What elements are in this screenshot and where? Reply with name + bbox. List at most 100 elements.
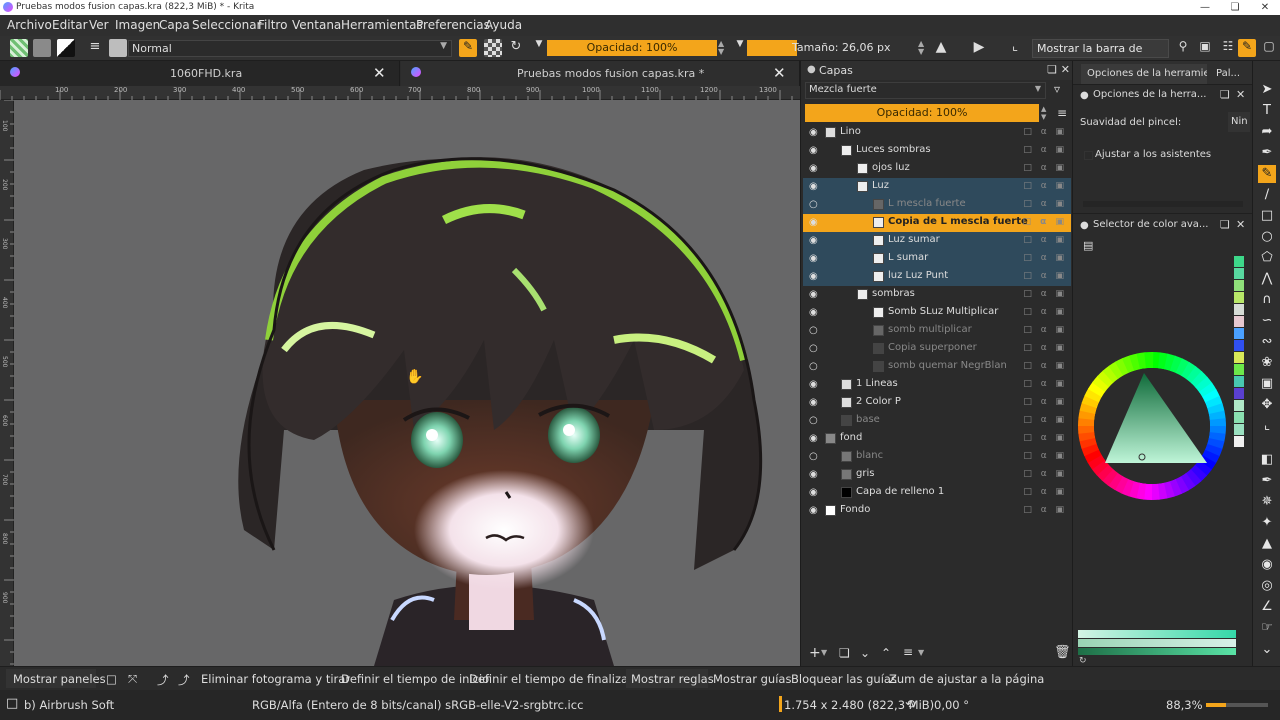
visibility-eye-icon[interactable]: ○ [809,415,818,426]
layer-menu-icon[interactable]: ≡ [1057,106,1067,120]
visibility-eye-icon[interactable]: ◉ [809,397,818,408]
visibility-eye-icon[interactable]: ◉ [809,181,818,192]
visibility-eye-icon[interactable]: ◉ [809,127,818,138]
visibility-eye-icon[interactable]: ◉ [809,289,818,300]
color-menu-icon[interactable]: ▤ [1083,239,1093,252]
layer-row[interactable]: ◉ 2 Color P □ α ▣ [803,394,1071,412]
tab-1060fhd[interactable]: 1060FHD.kra ✕ [0,61,400,86]
fullscreen-icon[interactable]: ▢ [1260,39,1278,57]
layer-flags-icon[interactable]: □ α ▣ [1023,469,1067,479]
menu-ayuda[interactable]: Ayuda [485,18,522,32]
menu-capa[interactable]: Capa [159,18,190,32]
layer-row[interactable]: ◉ fond □ α ▣ [803,430,1071,448]
mirror-horizontal-icon[interactable]: ▲ [932,39,950,57]
layer-flags-icon[interactable]: □ α ▣ [1023,253,1067,263]
layer-row[interactable]: ◉ Luz □ α ▣ [803,178,1071,196]
size-slider-fill[interactable] [747,40,797,56]
layer-row[interactable]: ◉ luz Luz Punt □ α ▣ [803,268,1071,286]
opacity-slider[interactable]: Opacidad: 100% [547,40,717,56]
freehand-brush-icon[interactable]: ✎ [1258,165,1276,183]
visibility-eye-icon[interactable]: ◉ [809,253,818,264]
layer-flags-icon[interactable]: □ α ▣ [1023,127,1067,137]
close-icon[interactable]: ✕ [773,64,786,82]
color-slider-2[interactable] [1078,639,1236,647]
color-swatch[interactable] [1234,352,1244,363]
menu-ver[interactable]: Ver [89,18,109,32]
layer-flags-icon[interactable]: □ α ▣ [1023,397,1067,407]
color-wheel[interactable] [1077,351,1227,501]
rotate-icon[interactable]: ⟲ [905,697,915,711]
visibility-eye-icon[interactable]: ○ [809,361,818,372]
menu-seleccionar[interactable]: Seleccionar [192,18,261,32]
lock-guides-button[interactable]: Bloquear las guías [791,672,897,686]
dynamic-brush-icon[interactable]: ∾ [1258,333,1276,351]
zoom-slider-fill[interactable] [1206,703,1226,707]
multibrush-icon[interactable]: ❀ [1258,354,1276,372]
layer-row[interactable]: ◉ Copia de L mescla fuerte □ α ▣ [803,214,1071,232]
size-spin-icon[interactable]: ▲ ▼ [918,40,924,56]
add-layer-icon[interactable]: + [809,645,821,661]
visibility-eye-icon[interactable]: ◉ [809,487,818,498]
select-tool-icon[interactable]: ➤ [1258,81,1276,99]
text-tool-icon[interactable]: T [1258,102,1276,120]
polyline-tool-icon[interactable]: ⋀ [1258,270,1276,288]
delete-layer-icon[interactable]: 🗑 [1054,645,1071,660]
layer-row[interactable]: ◉ Fondo □ α ▣ [803,502,1071,520]
visibility-eye-icon[interactable]: ◉ [809,271,818,282]
visibility-eye-icon[interactable]: ◉ [809,433,818,444]
layer-row[interactable]: ◉ Lino □ α ▣ [803,124,1071,142]
color-swatch[interactable] [1234,376,1244,387]
fg-bg-color-icon[interactable] [57,39,75,57]
workspace-icon[interactable]: ☷ [1219,39,1237,57]
color-swatch[interactable] [1234,304,1244,315]
edit-shapes-icon[interactable]: ➦ [1258,123,1276,141]
set-end-time-button[interactable]: Definir el tiempo de finalización [469,672,652,686]
assistant-tool-icon[interactable]: ◎ [1258,577,1276,595]
brush-preset-icon[interactable]: □ [6,696,18,711]
menu-herramientas[interactable]: Herramientas [341,18,423,32]
layer-flags-icon[interactable]: □ α ▣ [1023,343,1067,353]
smoothing-select[interactable]: Nin [1228,112,1250,132]
color-swatch[interactable] [1234,340,1244,351]
layer-row[interactable]: ○ somb quemar NegrBlan □ α ▣ [803,358,1071,376]
color-slider-3[interactable] [1078,648,1236,655]
layer-flags-icon[interactable]: □ α ▣ [1023,415,1067,425]
close-icon[interactable]: ✕ [1061,63,1070,76]
layer-row[interactable]: ○ base □ α ▣ [803,412,1071,430]
brush-tool-icon[interactable]: ✎ [1238,39,1256,57]
horizontal-ruler[interactable]: 100 200 300 400 500 600 700 800 900 1000… [0,86,800,100]
layer-flags-icon[interactable]: □ α ▣ [1023,271,1067,281]
tab-pruebas[interactable]: Pruebas modos fusion capas.kra * ✕ [401,61,800,86]
measure-tool-icon[interactable]: ∠ [1258,598,1276,616]
filter-icon[interactable]: ▿ [1054,82,1060,96]
zoom-fit-page-button[interactable]: Zum de ajustar a la página [889,672,1044,686]
pen-icon[interactable]: ⤴ [178,672,190,688]
color-swatch[interactable] [1234,256,1244,267]
visibility-eye-icon[interactable]: ◉ [809,145,818,156]
layer-row[interactable]: ◉ L sumar □ α ▣ [803,250,1071,268]
transform-icon[interactable]: ⤧ [128,672,137,687]
enclose-fill-icon[interactable]: ◉ [1258,556,1276,574]
layer-opacity-slider[interactable]: Opacidad: 100% [805,104,1039,122]
tab-palette[interactable]: Pal... [1211,64,1251,84]
color-swatch[interactable] [1234,292,1244,303]
menu-editar[interactable]: Editar [52,18,88,32]
layer-flags-icon[interactable]: □ α ▣ [1023,433,1067,443]
close-icon[interactable]: ✕ [1236,218,1245,231]
current-brush[interactable]: b) Airbrush Soft [24,698,114,712]
window-icon[interactable]: ▣ [1196,39,1214,57]
layer-flags-icon[interactable]: □ α ▣ [1023,451,1067,461]
color-picker-icon[interactable]: ✒ [1258,472,1276,490]
alpha-lock-icon[interactable] [484,39,502,57]
layer-row[interactable]: ◉ Luces sombras □ α ▣ [803,142,1071,160]
layer-flags-icon[interactable]: □ α ▣ [1023,307,1067,317]
layer-flags-icon[interactable]: □ α ▣ [1023,235,1067,245]
color-swatch[interactable] [1234,268,1244,279]
brush-preset-icon[interactable] [109,39,127,57]
layer-row[interactable]: ○ blanc □ α ▣ [803,448,1071,466]
calligraphy-icon[interactable]: ✒ [1258,144,1276,162]
pattern-icon[interactable] [33,39,51,57]
color-slider-1[interactable] [1078,630,1236,638]
color-swatch[interactable] [1234,400,1244,411]
menu-filtro[interactable]: Filtro [258,18,287,32]
